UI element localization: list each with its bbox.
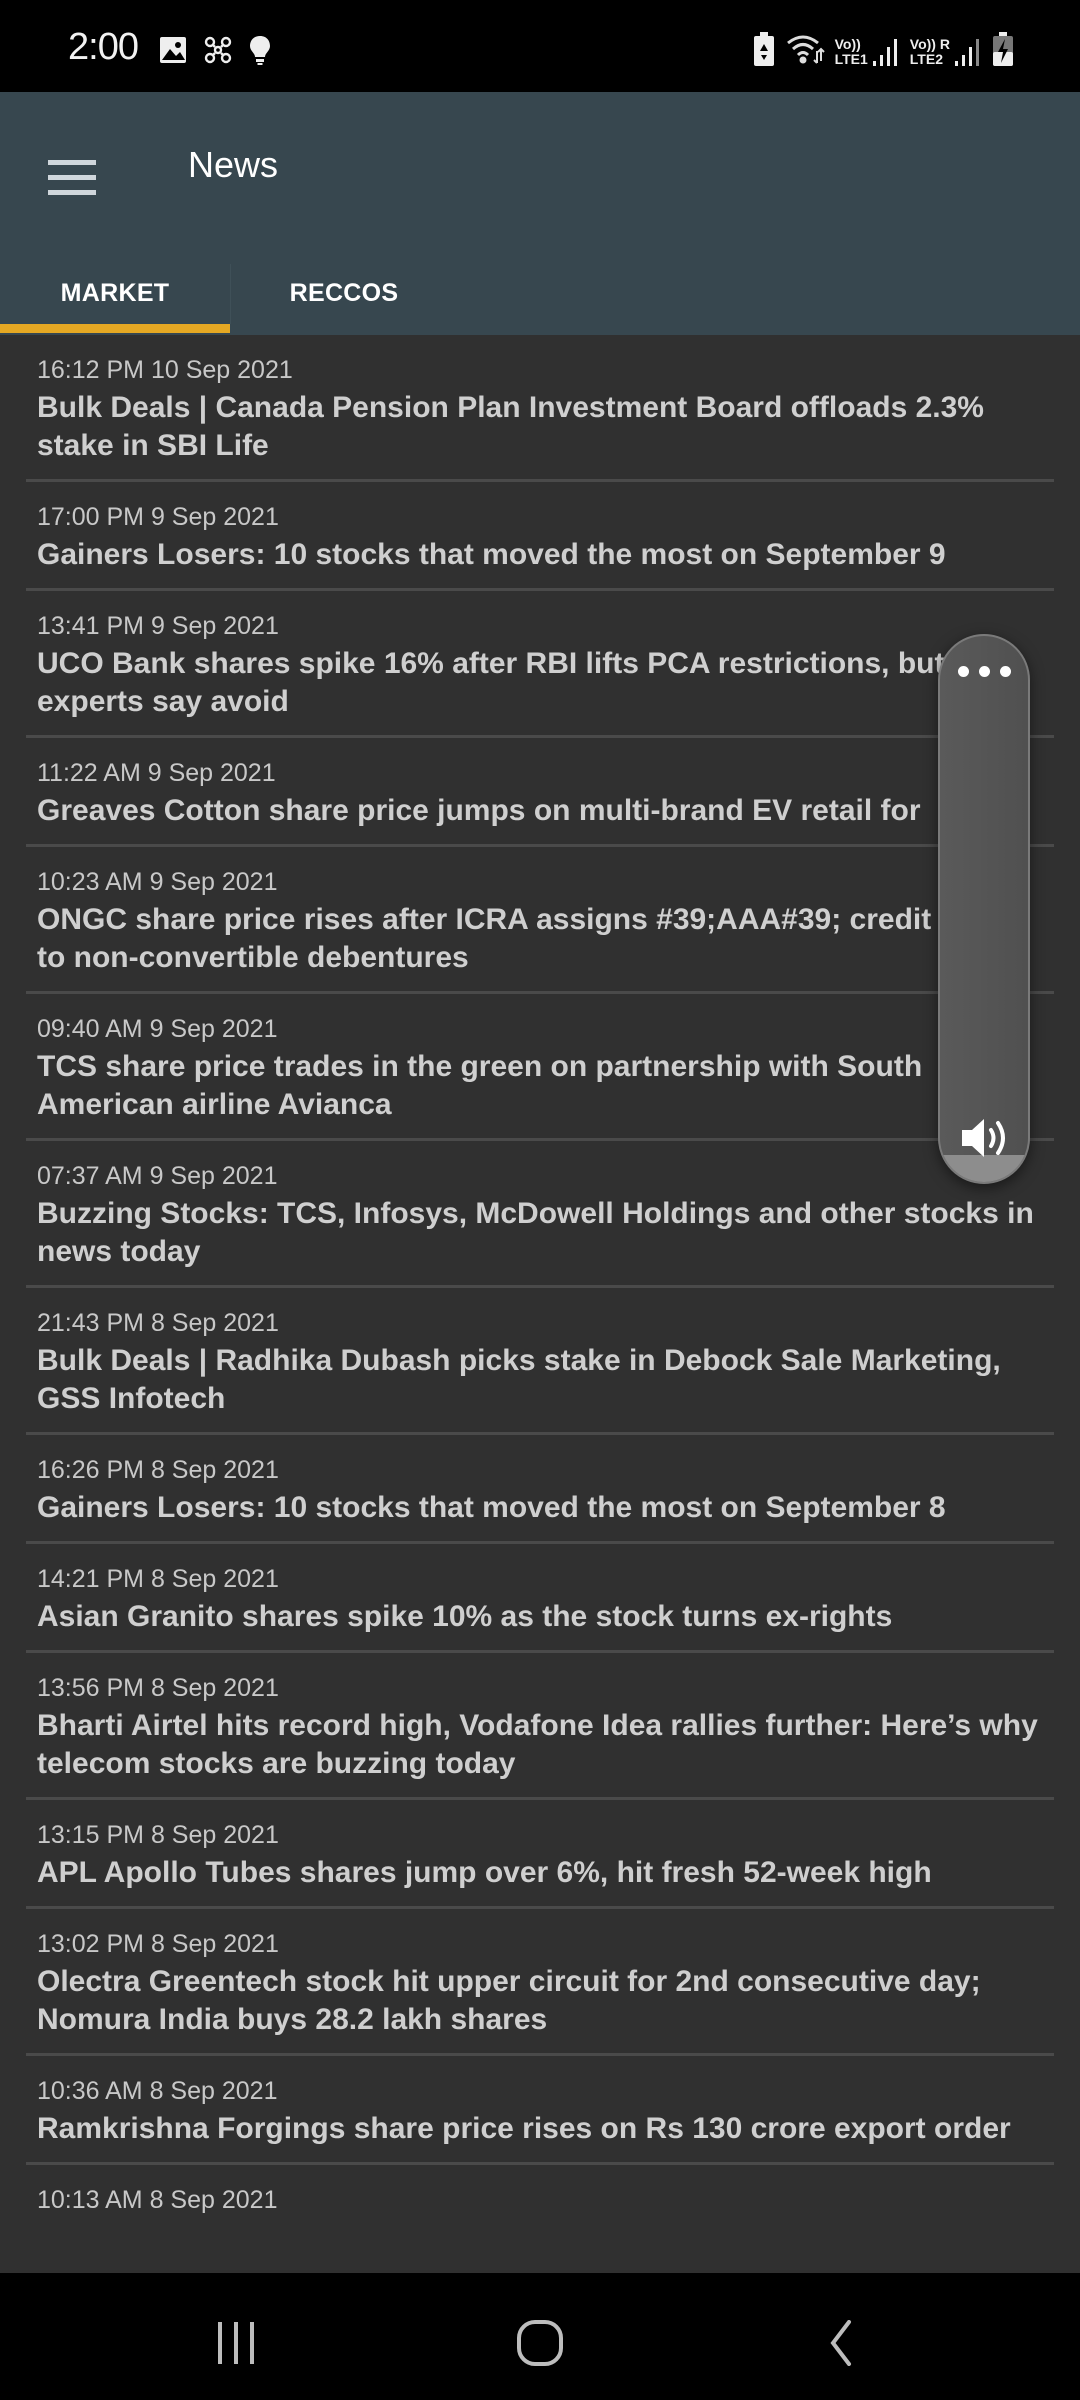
tab-reccos[interactable]: RECCOS (230, 252, 458, 335)
more-options-icon[interactable] (940, 666, 1028, 677)
news-item[interactable]: 10:36 AM 8 Sep 2021 Ramkrishna Forgings … (0, 2056, 1080, 2165)
news-item[interactable]: 21:43 PM 8 Sep 2021 Bulk Deals | Radhika… (0, 1288, 1080, 1435)
news-title (37, 2219, 1054, 2233)
news-item[interactable]: 14:21 PM 8 Sep 2021 Asian Granito shares… (0, 1544, 1080, 1653)
bulb-notification-icon (248, 34, 272, 71)
navigation-bar (0, 2273, 1080, 2400)
status-time: 2:00 (68, 26, 139, 68)
news-time: 10:13 AM 8 Sep 2021 (37, 2186, 278, 2214)
news-title: Greaves Cotton share price jumps on mult… (37, 794, 921, 827)
news-time: 21:43 PM 8 Sep 2021 (37, 1309, 279, 1337)
news-item[interactable]: 13:15 PM 8 Sep 2021 APL Apollo Tubes sha… (0, 1800, 1080, 1909)
news-title: Olectra Greentech stock hit upper circui… (37, 1965, 981, 2036)
news-time: 13:15 PM 8 Sep 2021 (37, 1821, 279, 1849)
news-title: Bulk Deals | Radhika Dubash picks stake … (37, 1344, 1001, 1415)
news-time: 07:37 AM 9 Sep 2021 (37, 1162, 278, 1190)
news-item[interactable]: 10:13 AM 8 Sep 2021 (0, 2165, 1080, 2233)
notification-icons (158, 34, 272, 71)
hamburger-menu-icon[interactable] (38, 142, 108, 212)
news-time: 09:40 AM 9 Sep 2021 (37, 1015, 278, 1043)
news-item[interactable]: 07:37 AM 9 Sep 2021 Buzzing Stocks: TCS,… (0, 1141, 1080, 1288)
wifi-icon (785, 33, 825, 70)
news-item[interactable]: 17:00 PM 9 Sep 2021 Gainers Losers: 10 s… (0, 482, 1080, 591)
news-title: Gainers Losers: 10 stocks that moved the… (37, 1491, 946, 1524)
roaming-label: R (939, 35, 950, 52)
app-bar: News MARKET RECCOS (0, 92, 1080, 335)
recents-icon[interactable] (196, 2313, 276, 2373)
speaker-volume-icon[interactable] (960, 1116, 1012, 1160)
news-time: 13:02 PM 8 Sep 2021 (37, 1930, 279, 1958)
news-time: 14:21 PM 8 Sep 2021 (37, 1565, 279, 1593)
news-title: Buzzing Stocks: TCS, Infosys, McDowell H… (37, 1197, 1034, 1268)
page-title: News (188, 144, 279, 185)
tab-market-label: MARKET (60, 279, 170, 307)
sim1-lte-label: LTE1 (834, 50, 868, 67)
news-title: TCS share price trades in the green on p… (37, 1050, 923, 1121)
news-title: Gainers Losers: 10 stocks that moved the… (37, 538, 946, 571)
fan-notification-icon (202, 34, 234, 71)
lte1-signal-icon: Vo)) LTE1 (834, 35, 900, 67)
news-item[interactable]: 11:22 AM 9 Sep 2021 Greaves Cotton share… (0, 738, 1080, 847)
battery-charging-icon (992, 32, 1014, 71)
tab-reccos-label: RECCOS (289, 279, 399, 307)
news-time: 10:23 AM 9 Sep 2021 (37, 868, 278, 896)
tab-bar: MARKET RECCOS (0, 252, 1080, 335)
news-time: 13:56 PM 8 Sep 2021 (37, 1674, 279, 1702)
news-item[interactable]: 09:40 AM 9 Sep 2021 TCS share price trad… (0, 994, 1080, 1141)
image-notification-icon (158, 35, 188, 70)
active-tab-indicator (0, 324, 230, 333)
news-title: Asian Granito shares spike 10% as the st… (37, 1600, 893, 1633)
status-bar: 2:00 Vo)) LTE1 Vo)) R LTE2 (0, 0, 1080, 92)
news-title: UCO Bank shares spike 16% after RBI lift… (37, 647, 945, 718)
news-item[interactable]: 13:02 PM 8 Sep 2021 Olectra Greentech st… (0, 1909, 1080, 2056)
news-time: 17:00 PM 9 Sep 2021 (37, 503, 279, 531)
lte2-signal-icon: Vo)) R LTE2 (909, 35, 982, 67)
news-item[interactable]: 10:23 AM 9 Sep 2021 ONGC share price ris… (0, 847, 1080, 994)
sim2-lte-label: LTE2 (909, 50, 943, 67)
home-icon[interactable] (500, 2313, 580, 2373)
news-time: 11:22 AM 9 Sep 2021 (37, 759, 276, 787)
volume-slider[interactable] (938, 634, 1030, 1184)
system-status-icons: Vo)) LTE1 Vo)) R LTE2 (753, 32, 1014, 71)
news-time: 13:41 PM 9 Sep 2021 (37, 612, 279, 640)
news-time: 16:12 PM 10 Sep 2021 (37, 356, 293, 384)
news-time: 10:36 AM 8 Sep 2021 (37, 2077, 278, 2105)
news-item[interactable]: 16:12 PM 10 Sep 2021 Bulk Deals | Canada… (0, 335, 1080, 482)
sim2-volte-label: Vo)) (909, 35, 936, 52)
news-title: APL Apollo Tubes shares jump over 6%, hi… (37, 1856, 932, 1889)
news-list[interactable]: 16:12 PM 10 Sep 2021 Bulk Deals | Canada… (0, 335, 1080, 2273)
battery-saver-icon (753, 32, 775, 71)
back-icon[interactable] (800, 2313, 880, 2373)
news-item[interactable]: 13:56 PM 8 Sep 2021 Bharti Airtel hits r… (0, 1653, 1080, 1800)
news-title: ONGC share price rises after ICRA assign… (37, 903, 1023, 974)
news-title: Ramkrishna Forgings share price rises on… (37, 2112, 1011, 2145)
tab-market[interactable]: MARKET (0, 252, 230, 335)
news-item[interactable]: 13:41 PM 9 Sep 2021 UCO Bank shares spik… (0, 591, 1080, 738)
news-title: Bulk Deals | Canada Pension Plan Investm… (37, 391, 984, 462)
news-title: Bharti Airtel hits record high, Vodafone… (37, 1709, 1038, 1780)
news-item[interactable]: 16:26 PM 8 Sep 2021 Gainers Losers: 10 s… (0, 1435, 1080, 1544)
sim1-volte-label: Vo)) (834, 35, 861, 52)
news-time: 16:26 PM 8 Sep 2021 (37, 1456, 279, 1484)
